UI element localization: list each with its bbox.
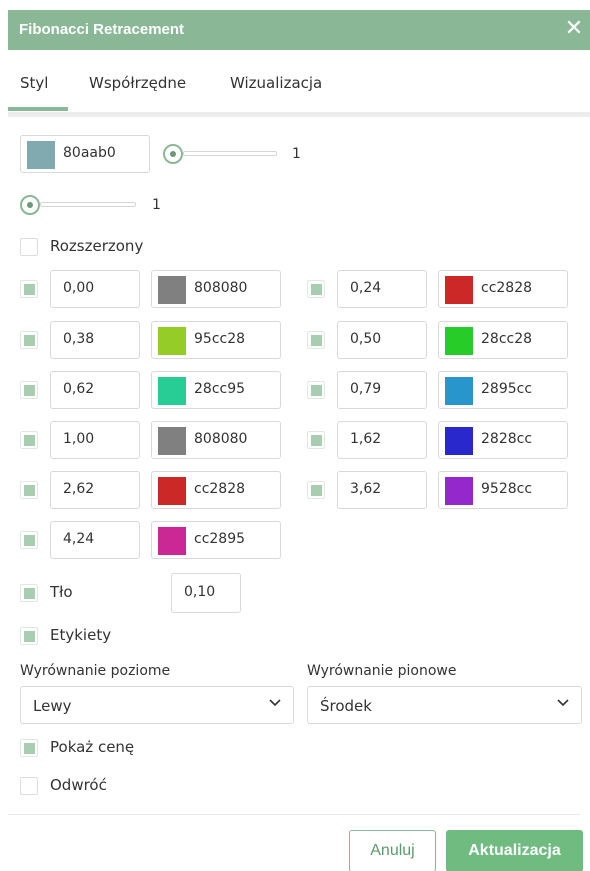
- slider-knob[interactable]: [163, 144, 183, 164]
- horizontal-align-value: Lewy: [33, 697, 72, 715]
- labels-checkbox[interactable]: [20, 627, 38, 645]
- level-value-input[interactable]: 2,62: [50, 471, 140, 509]
- level-color-picker[interactable]: 808080: [151, 270, 281, 308]
- dialog-title: Fibonacci Retracement: [19, 21, 185, 38]
- level-color-hex: 95cc28: [194, 331, 246, 347]
- background-label: Tło: [50, 583, 73, 601]
- level-color-hex: 28cc28: [481, 331, 533, 347]
- level-color-swatch: [158, 477, 186, 505]
- level-value-input[interactable]: 0,38: [50, 321, 140, 359]
- level-color-hex: 808080: [194, 431, 248, 447]
- reverse-label: Odwróć: [50, 776, 107, 794]
- level-color-picker[interactable]: 9528cc: [438, 471, 568, 509]
- close-icon[interactable]: ✕: [562, 16, 586, 42]
- level-color-swatch: [445, 276, 473, 304]
- level-value-input[interactable]: 0,00: [50, 270, 140, 308]
- dialog-titlebar: Fibonacci Retracement ✕: [8, 10, 590, 50]
- level-checkbox[interactable]: [20, 280, 38, 298]
- level-color-picker[interactable]: cc2828: [438, 270, 568, 308]
- tab-wspolrzedne[interactable]: Współrzędne: [89, 74, 186, 92]
- level-checkbox[interactable]: [307, 431, 325, 449]
- level-color-swatch: [445, 477, 473, 505]
- level-color-hex: 2895cc: [481, 381, 533, 397]
- slider-knob[interactable]: [20, 195, 40, 215]
- level-checkbox[interactable]: [20, 531, 38, 549]
- level-color-swatch: [445, 427, 473, 455]
- tab-divider: [8, 112, 590, 117]
- level-color-hex: cc2895: [194, 531, 246, 547]
- level-checkbox[interactable]: [307, 381, 325, 399]
- horizontal-align-label: Wyrównanie poziome: [20, 663, 171, 679]
- update-button[interactable]: Aktualizacja: [446, 830, 583, 871]
- tab-wizualizacja[interactable]: Wizualizacja: [230, 74, 322, 92]
- footer-divider: [8, 814, 580, 815]
- level-color-swatch: [158, 427, 186, 455]
- level-color-picker[interactable]: 2828cc: [438, 421, 568, 459]
- level-checkbox[interactable]: [20, 331, 38, 349]
- level-color-swatch: [445, 327, 473, 355]
- level-checkbox[interactable]: [307, 481, 325, 499]
- cancel-button[interactable]: Anuluj: [349, 830, 436, 871]
- level-value-input[interactable]: 0,62: [50, 371, 140, 409]
- level-checkbox[interactable]: [20, 481, 38, 499]
- background-opacity-input[interactable]: 0,10: [171, 573, 241, 613]
- level-color-hex: cc2828: [194, 481, 246, 497]
- level-color-swatch: [158, 327, 186, 355]
- labels-label: Etykiety: [50, 626, 112, 644]
- level-color-hex: 808080: [194, 280, 248, 296]
- show-price-label: Pokaż cenę: [50, 738, 135, 756]
- vertical-align-value: Środek: [320, 697, 372, 715]
- slider-track[interactable]: [183, 151, 277, 156]
- tab-styl[interactable]: Styl: [20, 74, 48, 92]
- line-color-hex: 80aab0: [63, 145, 116, 161]
- level-value-input[interactable]: 0,50: [337, 321, 427, 359]
- extended-label: Rozszerzony: [50, 237, 144, 255]
- tab-bar: Styl Współrzędne Wizualizacja: [8, 58, 590, 110]
- level-color-picker[interactable]: cc2895: [151, 521, 281, 559]
- show-price-checkbox[interactable]: [20, 739, 38, 757]
- level-value-input[interactable]: 3,62: [337, 471, 427, 509]
- level-color-swatch: [158, 527, 186, 555]
- level-checkbox[interactable]: [20, 381, 38, 399]
- second-slider-value: 1: [152, 197, 161, 213]
- line-color-picker[interactable]: 80aab0: [20, 135, 150, 173]
- level-color-swatch: [445, 377, 473, 405]
- background-checkbox[interactable]: [20, 584, 38, 602]
- level-checkbox[interactable]: [307, 331, 325, 349]
- level-color-swatch: [158, 377, 186, 405]
- level-color-picker[interactable]: 28cc95: [151, 371, 281, 409]
- reverse-checkbox[interactable]: [20, 777, 38, 795]
- extended-checkbox[interactable]: [20, 238, 38, 256]
- level-color-hex: cc2828: [481, 280, 533, 296]
- level-value-input[interactable]: 0,24: [337, 270, 427, 308]
- level-color-picker[interactable]: 2895cc: [438, 371, 568, 409]
- level-value-input[interactable]: 1,62: [337, 421, 427, 459]
- level-value-input[interactable]: 4,24: [50, 521, 140, 559]
- level-checkbox[interactable]: [307, 280, 325, 298]
- level-color-picker[interactable]: 95cc28: [151, 321, 281, 359]
- vertical-align-label: Wyrównanie pionowe: [307, 663, 457, 679]
- level-color-hex: 2828cc: [481, 431, 533, 447]
- level-color-picker[interactable]: 28cc28: [438, 321, 568, 359]
- level-value-input[interactable]: 1,00: [50, 421, 140, 459]
- level-value-input[interactable]: 0,79: [337, 371, 427, 409]
- level-checkbox[interactable]: [20, 431, 38, 449]
- level-color-swatch: [158, 276, 186, 304]
- vertical-align-select[interactable]: Środek: [307, 686, 582, 724]
- line-color-swatch: [27, 141, 55, 169]
- chevron-down-icon: [557, 699, 569, 707]
- active-tab-indicator: [8, 107, 68, 111]
- line-width-value: 1: [292, 146, 301, 162]
- level-color-hex: 9528cc: [481, 481, 533, 497]
- level-color-hex: 28cc95: [194, 381, 246, 397]
- horizontal-align-select[interactable]: Lewy: [20, 686, 294, 724]
- level-color-picker[interactable]: 808080: [151, 421, 281, 459]
- chevron-down-icon: [269, 699, 281, 707]
- slider-track[interactable]: [40, 202, 136, 207]
- level-color-picker[interactable]: cc2828: [151, 471, 281, 509]
